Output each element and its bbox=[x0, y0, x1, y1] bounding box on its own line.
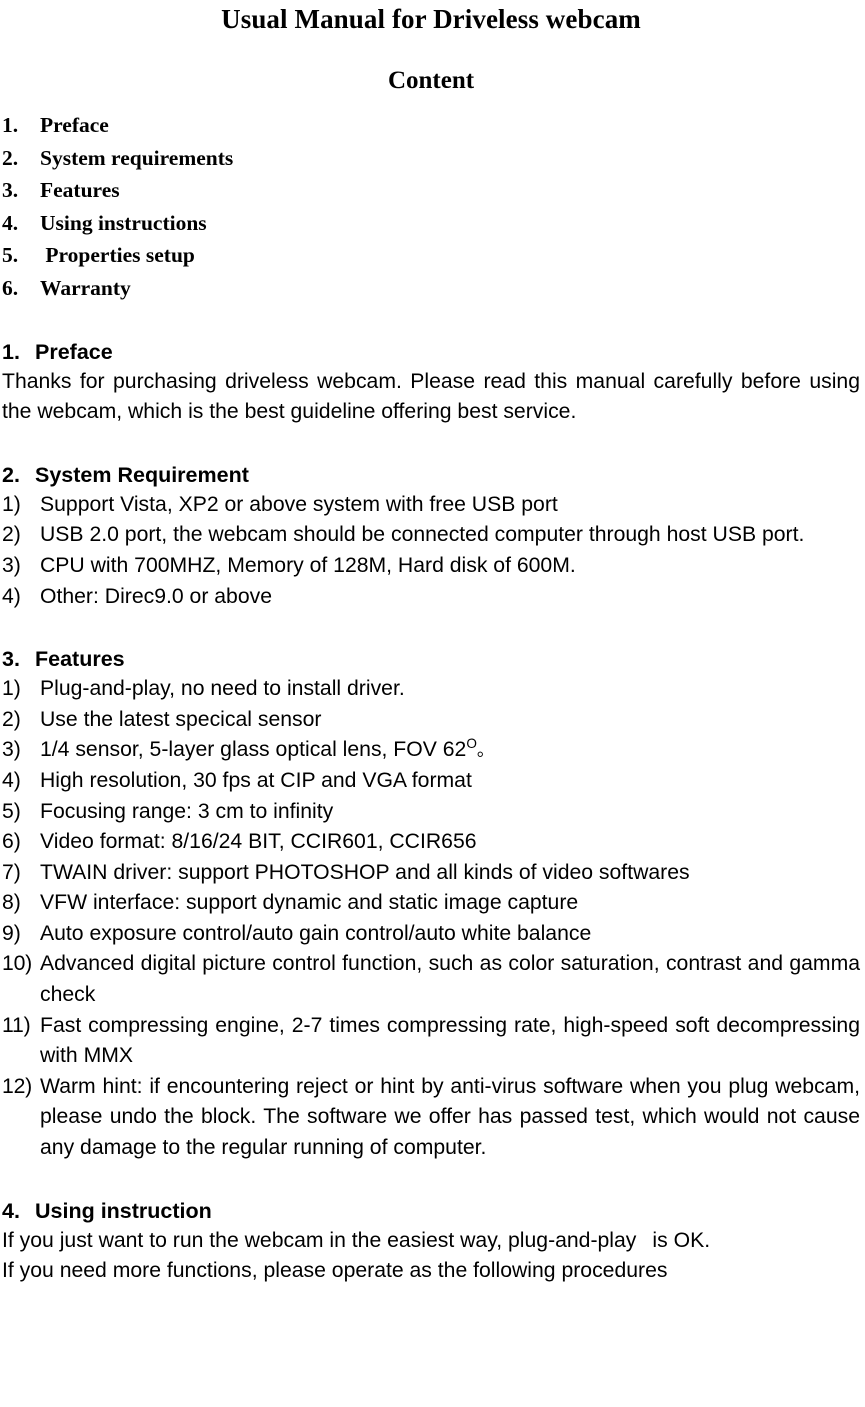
list-item: 6) Video format: 8/16/24 BIT, CCIR601, CC… bbox=[2, 827, 860, 858]
list-item-text: Video format: 8/16/24 BIT, CCIR601, CCIR… bbox=[40, 830, 477, 854]
ideographic-full-stop: 。 bbox=[476, 740, 495, 761]
list-item: 3) 1/4 sensor, 5-layer glass optical lens… bbox=[2, 735, 860, 766]
section-heading-features: 3. Features bbox=[2, 644, 860, 674]
list-item-marker: 9) bbox=[2, 921, 21, 945]
section-heading-label: Preface bbox=[35, 339, 113, 364]
list-item: 8) VFW interface: support dynamic and sta… bbox=[2, 888, 860, 919]
list-item-marker: 12) bbox=[2, 1074, 33, 1098]
section-number: 4. bbox=[2, 1198, 20, 1223]
section-heading-label: Features bbox=[35, 647, 125, 672]
toc-item: 1. Preface bbox=[2, 109, 860, 142]
list-item: 4) Other: Direc9.0 or above bbox=[2, 582, 860, 613]
list-item: 5) Focusing range: 3 cm to infinity bbox=[2, 797, 860, 828]
toc-item-number: 6. bbox=[2, 275, 19, 300]
list-item-marker: 8) bbox=[2, 891, 21, 915]
list-item-text: High resolution, 30 fps at CIP and VGA f… bbox=[40, 768, 472, 792]
toc-item-label: Warranty bbox=[40, 275, 131, 300]
section-number: 3. bbox=[2, 647, 20, 672]
list-item: 2) USB 2.0 port, the webcam should be con… bbox=[2, 520, 860, 551]
section-heading-using-instruction: 4. Using instruction bbox=[2, 1196, 860, 1226]
list-item-marker: 3) bbox=[2, 553, 21, 577]
using-instruction-line-2: If you need more functions, please opera… bbox=[2, 1259, 668, 1283]
list-item-text: Support Vista, XP2 or above system with … bbox=[40, 492, 558, 516]
toc-item-label: Preface bbox=[40, 113, 109, 137]
toc-item-number: 4. bbox=[2, 210, 19, 235]
list-item-text: VFW interface: support dynamic and stati… bbox=[40, 891, 579, 915]
list-item-marker: 4) bbox=[2, 768, 21, 792]
system-requirement-list: 1) Support Vista, XP2 or above system wit… bbox=[2, 490, 860, 612]
toc-item-label: Using instructions bbox=[40, 210, 207, 235]
document-title: Usual Manual for Driveless webcam bbox=[221, 4, 641, 34]
using-instruction-line-1-b: is OK. bbox=[652, 1228, 711, 1252]
section-heading-system-requirement: 2. System Requirement bbox=[2, 460, 860, 490]
toc-item-number: 5. bbox=[2, 243, 19, 268]
list-item: 2) Use the latest specical sensor bbox=[2, 705, 860, 736]
degree-superscript: O bbox=[466, 736, 477, 752]
list-item-marker: 11) bbox=[2, 1013, 31, 1037]
list-item-text: 1/4 sensor, 5-layer glass optical lens, … bbox=[40, 738, 467, 762]
list-item: 4) High resolution, 30 fps at CIP and VGA… bbox=[2, 766, 860, 797]
list-item-text: Other: Direc9.0 or above bbox=[40, 584, 272, 608]
features-list: 1) Plug-and-play, no need to install driv… bbox=[2, 674, 860, 1164]
section-heading-label: Using instruction bbox=[35, 1198, 212, 1223]
list-item: 12) Warm hint: if encountering reject or … bbox=[2, 1072, 860, 1164]
list-item-marker: 5) bbox=[2, 799, 21, 823]
list-item-text: Use the latest specical sensor bbox=[40, 707, 322, 731]
section-heading-preface: 1. Preface bbox=[2, 337, 860, 367]
toc-item-label: System requirements bbox=[40, 145, 234, 170]
content-heading: Content bbox=[387, 67, 475, 94]
list-item-text: Advanced digital picture control functio… bbox=[40, 952, 860, 1007]
toc-item-number: 2. bbox=[2, 145, 19, 170]
list-item-text: Plug-and-play, no need to install driver… bbox=[40, 677, 405, 701]
list-item: 11) Fast compressing engine, 2-7 times co… bbox=[2, 1011, 860, 1072]
list-item-marker: 3) bbox=[2, 738, 21, 762]
list-item-marker: 2) bbox=[2, 707, 21, 731]
using-instruction-line-1: If you just want to run the webcam in th… bbox=[2, 1226, 860, 1257]
section-heading-label: System Requirement bbox=[35, 462, 249, 487]
toc-item: 2. System requirements bbox=[2, 142, 860, 175]
list-item: 1) Support Vista, XP2 or above system wit… bbox=[2, 490, 860, 521]
toc-item: 3. Features bbox=[2, 174, 860, 207]
toc-item-label: Features bbox=[40, 178, 120, 203]
list-item-marker: 10) bbox=[2, 952, 33, 976]
list-item: 1) Plug-and-play, no need to install driv… bbox=[2, 674, 860, 705]
toc-item-number: 1. bbox=[2, 113, 19, 137]
toc-item-label: Properties setup bbox=[40, 243, 195, 268]
list-item-marker: 4) bbox=[2, 584, 21, 608]
list-item-marker: 1) bbox=[2, 492, 21, 516]
list-item: 10) Advanced digital picture control func… bbox=[2, 949, 860, 1010]
toc-item: 6. Warranty bbox=[2, 272, 860, 305]
table-of-contents: 1. Preface 2. System requirements 3. Featur… bbox=[2, 96, 860, 305]
list-item-marker: 7) bbox=[2, 860, 21, 884]
list-item-marker: 1) bbox=[2, 677, 21, 701]
using-instruction-line-1-a: If you just want to run the webcam in th… bbox=[2, 1228, 637, 1252]
list-item: 7) TWAIN driver: support PHOTOSHOP and al… bbox=[2, 858, 860, 889]
list-item-text: USB 2.0 port, the webcam should be conne… bbox=[40, 523, 805, 547]
list-item-text: CPU with 700MHZ, Memory of 128M, Hard di… bbox=[40, 553, 576, 577]
list-item-text: Focusing range: 3 cm to infinity bbox=[40, 799, 334, 823]
list-item-marker: 2) bbox=[2, 523, 21, 547]
document-page: Usual Manual for Driveless webcam Conten… bbox=[0, 0, 865, 1407]
toc-item-number: 3. bbox=[2, 178, 19, 203]
toc-item: 4. Using instructions bbox=[2, 207, 860, 240]
list-item-text: TWAIN driver: support PHOTOSHOP and all … bbox=[40, 860, 690, 884]
list-item-text: Auto exposure control/auto gain control/… bbox=[40, 921, 592, 945]
toc-item: 5. Properties setup bbox=[2, 239, 860, 272]
list-item-text: Fast compressing engine, 2-7 times compr… bbox=[40, 1013, 860, 1068]
list-item: 9) Auto exposure control/auto gain contro… bbox=[2, 919, 860, 950]
list-item-text: Warm hint: if encountering reject or hin… bbox=[40, 1074, 860, 1160]
list-item-marker: 6) bbox=[2, 830, 21, 854]
section-number: 2. bbox=[2, 462, 20, 487]
preface-body: Thanks for purchasing driveless webcam. … bbox=[2, 369, 860, 424]
section-number: 1. bbox=[2, 339, 20, 364]
list-item: 3) CPU with 700MHZ, Memory of 128M, Hard … bbox=[2, 551, 860, 582]
